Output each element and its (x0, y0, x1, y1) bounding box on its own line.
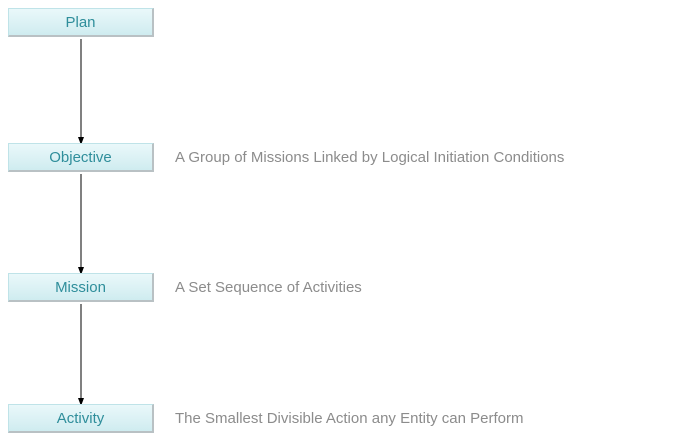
node-plan: Plan (8, 8, 154, 37)
node-mission: Mission (8, 273, 154, 302)
node-activity: Activity (8, 404, 154, 433)
node-objective: Objective (8, 143, 154, 172)
connector-layer (78, 39, 84, 406)
description-activity: The Smallest Divisible Action any Entity… (175, 410, 524, 427)
description-mission: A Set Sequence of Activities (175, 279, 362, 296)
description-objective: A Group of Missions Linked by Logical In… (175, 149, 565, 166)
